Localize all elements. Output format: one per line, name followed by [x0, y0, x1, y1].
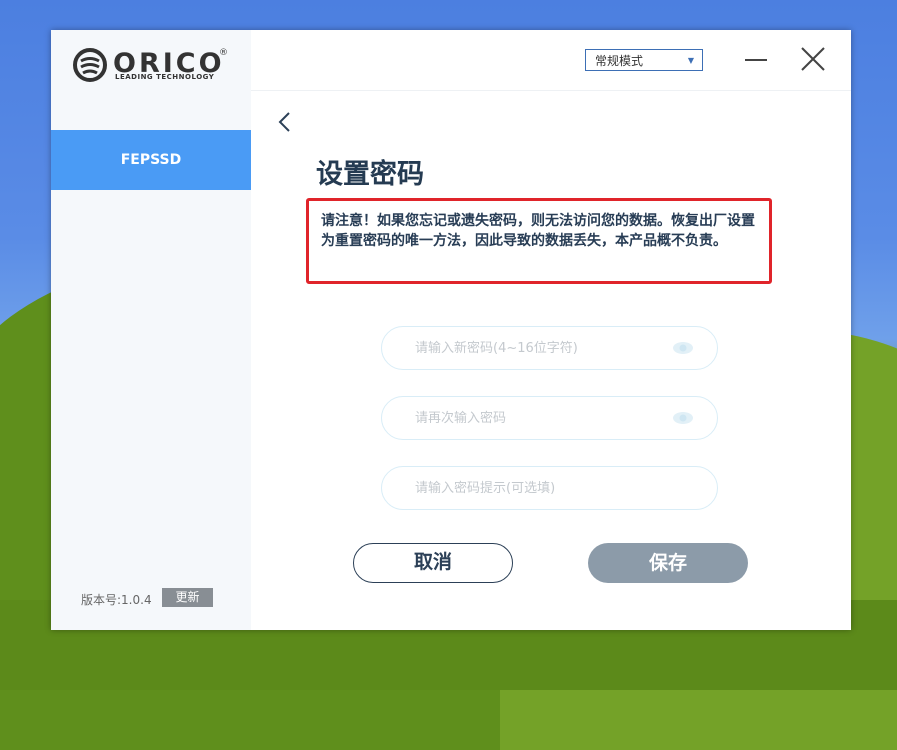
new-password-input[interactable]	[415, 327, 665, 369]
close-icon[interactable]	[799, 45, 827, 73]
app-window: ORICO ® LEADING TECHNOLOGY FEPSSD 版本号:1.…	[51, 30, 851, 630]
mode-select[interactable]: 常规模式 ▼	[585, 49, 703, 71]
update-button[interactable]: 更新	[162, 588, 213, 607]
new-password-field	[381, 326, 718, 370]
back-chevron-icon[interactable]	[277, 110, 293, 134]
eye-icon[interactable]	[672, 411, 694, 425]
brand-tagline: LEADING TECHNOLOGY	[115, 73, 215, 81]
version-label: 版本号:1.0.4	[81, 593, 152, 607]
password-hint-input[interactable]	[415, 467, 665, 509]
sidebar-item-fepssd[interactable]: FEPSSD	[51, 130, 251, 190]
page-title: 设置密码	[316, 159, 424, 190]
title-bar: 常规模式 ▼	[251, 30, 851, 91]
orico-logo-icon	[73, 48, 107, 82]
sidebar: ORICO ® LEADING TECHNOLOGY FEPSSD 版本号:1.…	[51, 30, 251, 630]
password-hint-field	[381, 466, 718, 510]
brand-logo: ORICO ® LEADING TECHNOLOGY	[73, 48, 233, 84]
cancel-button[interactable]: 取消	[353, 543, 513, 583]
brand-reg-mark: ®	[219, 48, 228, 58]
minimize-icon[interactable]	[745, 59, 767, 61]
mode-select-value: 常规模式	[595, 54, 644, 68]
save-button[interactable]: 保存	[588, 543, 748, 583]
dropdown-caret-icon: ▼	[687, 56, 694, 65]
eye-icon[interactable]	[672, 341, 694, 355]
warning-text: 请注意！如果您忘记或遗失密码，则无法访问您的数据。恢复出厂设置为重置密码的唯一方…	[321, 213, 755, 249]
confirm-password-input[interactable]	[415, 397, 665, 439]
confirm-password-field	[381, 396, 718, 440]
warning-box: 请注意！如果您忘记或遗失密码，则无法访问您的数据。恢复出厂设置为重置密码的唯一方…	[306, 198, 772, 284]
